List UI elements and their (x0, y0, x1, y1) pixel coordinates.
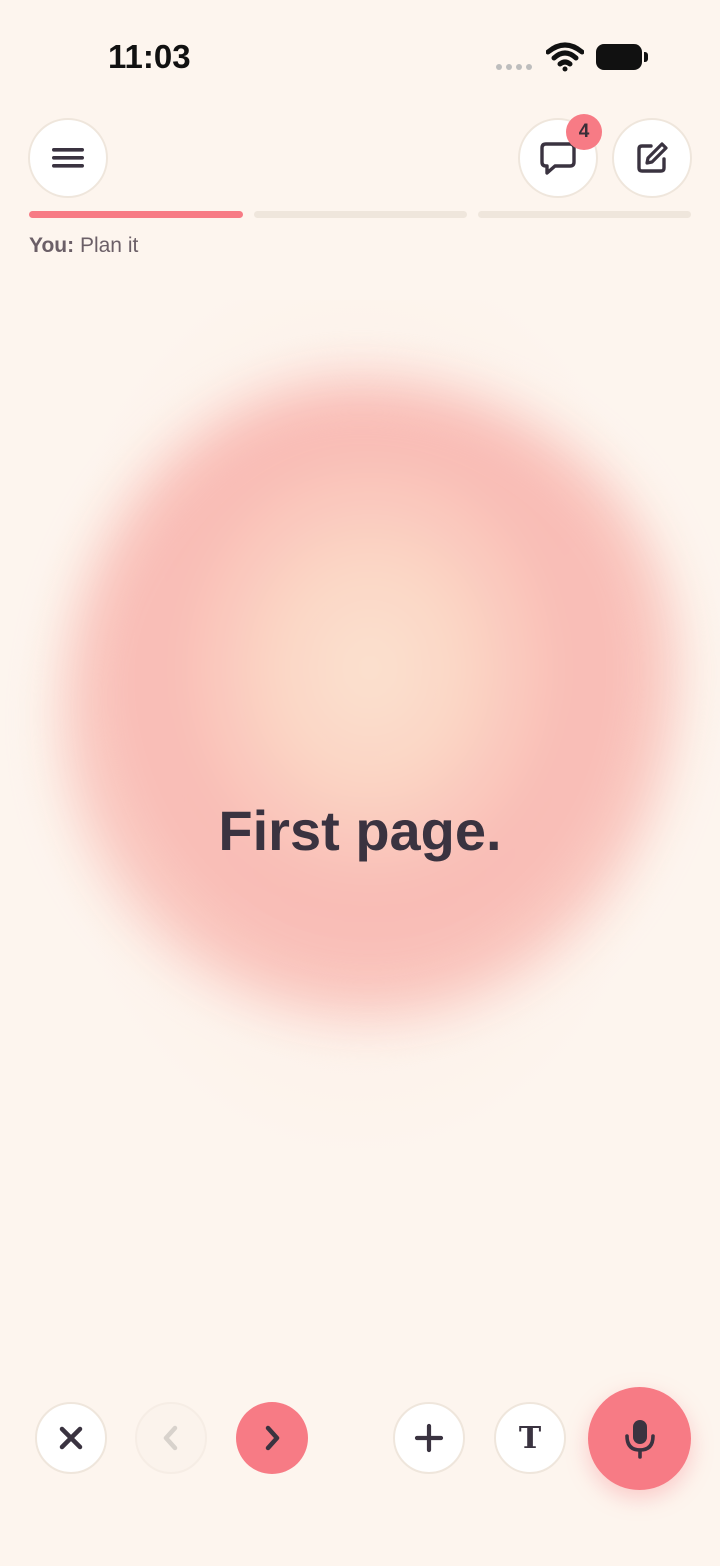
menu-button[interactable] (28, 118, 108, 198)
speaker-label: You: (29, 234, 75, 257)
page-headline: First page. (218, 799, 502, 862)
wifi-icon (546, 42, 584, 72)
add-button[interactable] (393, 1402, 465, 1474)
chevron-left-icon (163, 1425, 178, 1451)
battery-icon (596, 44, 648, 70)
chevron-right-icon (265, 1425, 280, 1451)
status-time: 11:03 (108, 38, 191, 75)
hamburger-menu-icon (52, 148, 84, 168)
microphone-button[interactable] (588, 1387, 691, 1490)
plus-icon (414, 1423, 444, 1453)
microphone-icon (624, 1419, 655, 1459)
progress-segment-1 (29, 211, 243, 218)
signal-dots-icon (496, 64, 532, 70)
close-x-icon (59, 1426, 83, 1450)
previous-button[interactable] (135, 1402, 207, 1474)
conversation-text: Plan it (79, 234, 139, 257)
progress-segment-2 (254, 211, 467, 218)
compose-button[interactable] (612, 118, 692, 198)
conversation-line: You: Plan it (29, 234, 138, 258)
close-button[interactable] (35, 1402, 107, 1474)
compose-edit-icon (637, 142, 668, 173)
chat-notification-badge: 4 (566, 114, 602, 150)
text-button[interactable]: T (494, 1402, 566, 1474)
next-button[interactable] (236, 1402, 308, 1474)
text-format-label: T (518, 1420, 542, 1456)
progress-segment-3 (478, 211, 691, 218)
